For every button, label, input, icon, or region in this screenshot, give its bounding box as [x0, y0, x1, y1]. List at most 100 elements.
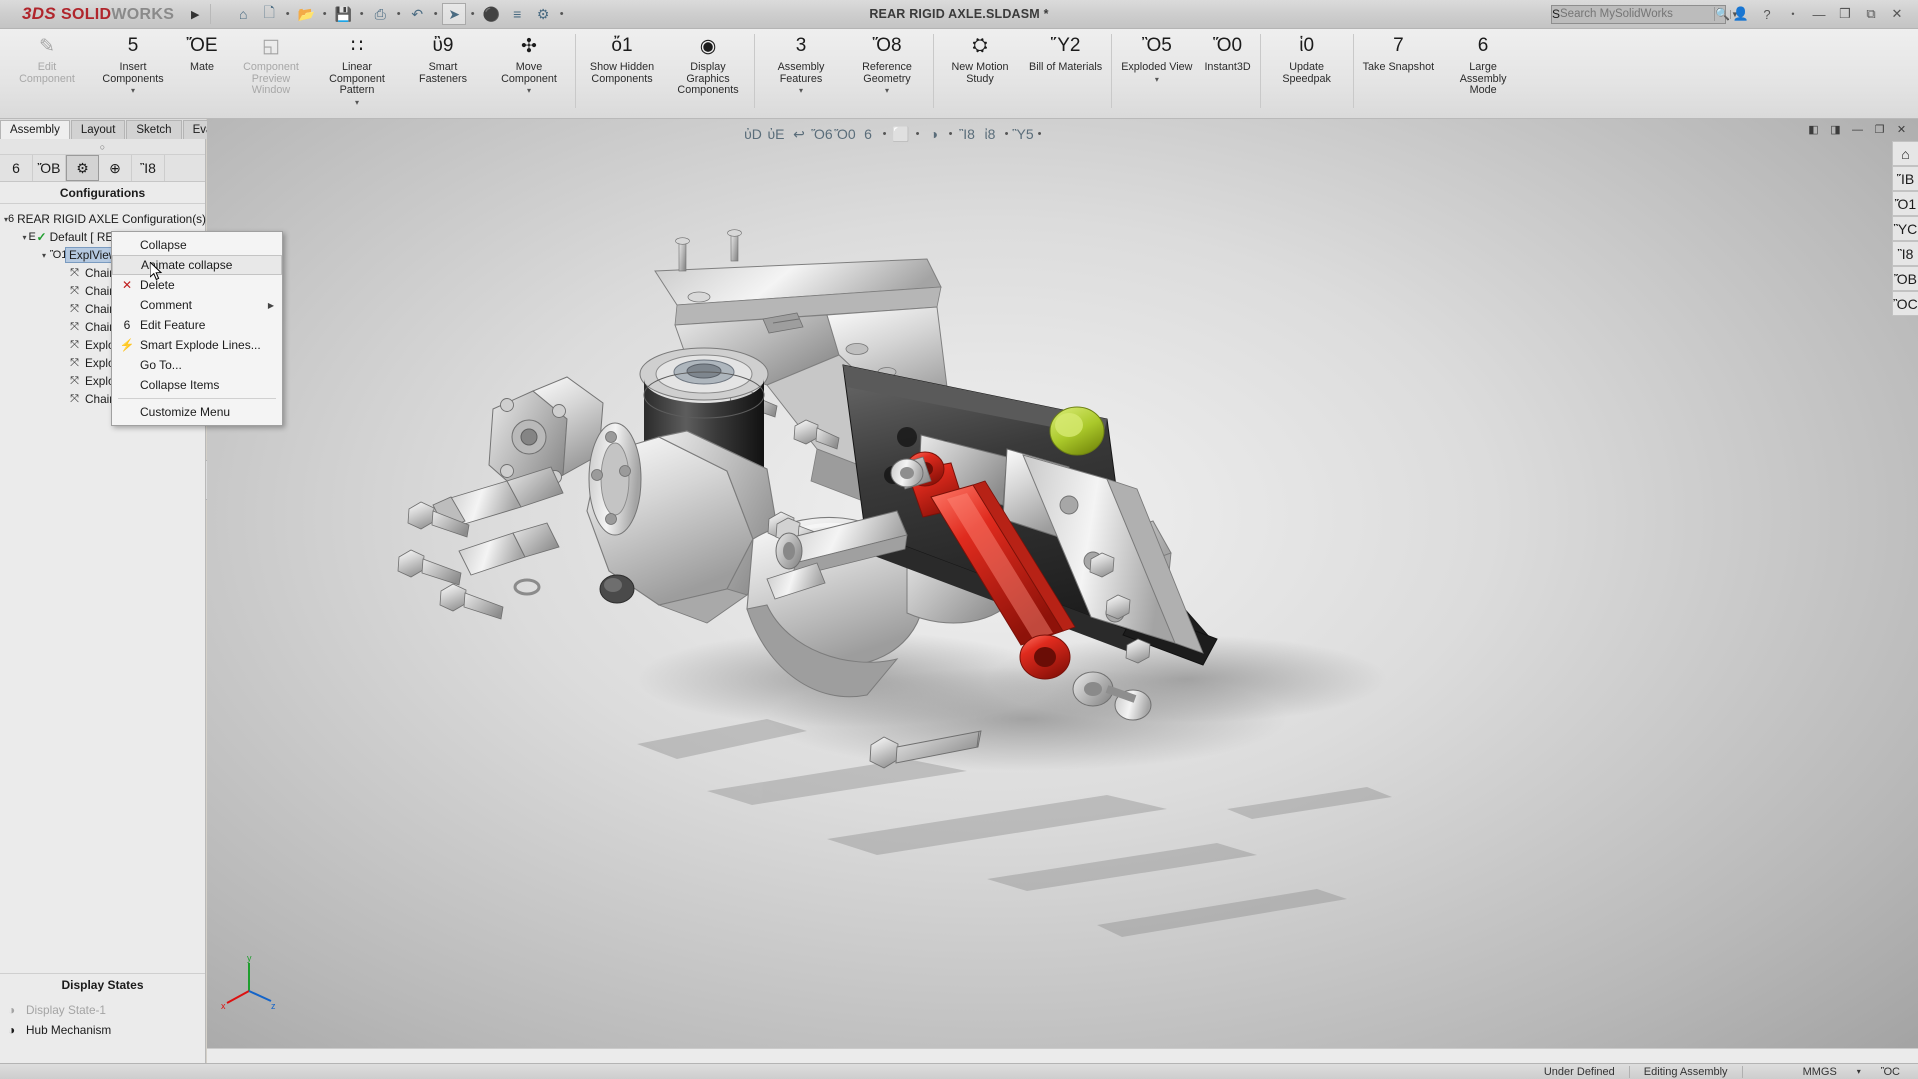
ribbon-button-instant3d[interactable]: Ὅ0Instant3D — [1198, 29, 1256, 117]
maximize-window-button[interactable]: ⧉ — [1860, 3, 1882, 25]
options-gear-icon[interactable]: ⚙ — [531, 3, 555, 25]
ribbon-button-dropdown-icon[interactable]: ▾ — [131, 87, 135, 95]
status-units-dropdown-icon[interactable]: ▾ — [1851, 1064, 1867, 1079]
status-units[interactable]: MMGS — [1743, 1064, 1851, 1079]
home-icon[interactable]: ⌂ — [231, 3, 255, 25]
context-menu-item[interactable]: Collapse — [112, 235, 282, 255]
tree-expand-twisty-icon[interactable]: ▾ — [38, 251, 50, 260]
panel-pin-icon[interactable]: ○ — [100, 142, 105, 152]
minimize-doc-icon[interactable]: — — [1849, 121, 1866, 138]
file-properties-icon[interactable]: ≡ — [505, 3, 529, 25]
display-style-icon[interactable]: ⬜ — [890, 122, 912, 146]
view-setting-scene-icon[interactable]: ἰ8 — [979, 122, 1001, 146]
viewport-dropdown-icon[interactable]: • — [1035, 128, 1044, 140]
previous-view-icon[interactable]: ↩ — [788, 122, 810, 146]
context-menu-item[interactable]: ✕Delete — [112, 275, 282, 295]
hide-show-items-dropdown-icon[interactable]: • — [946, 128, 955, 140]
help-icon[interactable]: ? — [1756, 3, 1778, 25]
viewport-icon[interactable]: Ὓ5 — [1012, 122, 1034, 146]
new-document-icon[interactable]: 🗋 — [257, 3, 281, 25]
undo-icon[interactable]: ↶ — [405, 3, 429, 25]
ribbon-button-bill-of-materials[interactable]: Ὕ2Bill of Materials — [1023, 29, 1108, 117]
dimxpert-manager-tab[interactable]: ⊕ — [99, 155, 132, 181]
select-dropdown-icon[interactable]: • — [468, 9, 477, 19]
context-menu-item[interactable]: Collapse Items — [112, 375, 282, 395]
section-view-icon[interactable]: Ὅ6 — [811, 122, 833, 146]
display-state-item-1[interactable]: ◑ Display State-1 — [8, 1001, 106, 1019]
configuration-manager-tab[interactable]: ⚙ — [66, 155, 99, 181]
view-settings-icon[interactable]: ὎6 — [857, 122, 879, 146]
new-document-dropdown-icon[interactable]: • — [283, 9, 292, 19]
help-dropdown-icon[interactable]: • — [1782, 3, 1804, 25]
apply-scene-icon[interactable]: Ἲ8 — [956, 122, 978, 146]
ribbon-button-dropdown-icon[interactable]: ▾ — [527, 87, 531, 95]
ribbon-button-insert-components[interactable]: ὎5Insert Components▾ — [90, 29, 176, 117]
rebuild-icon[interactable]: ⚫ — [479, 3, 503, 25]
submenu-arrow-icon[interactable]: ▶ — [268, 301, 274, 310]
file-explorer-icon[interactable]: Ὄ1 — [1892, 191, 1918, 216]
select-cursor-icon[interactable]: ➤ — [442, 3, 466, 25]
status-tray-icon[interactable]: ὊC — [1867, 1064, 1918, 1079]
user-account-icon[interactable]: 👤 — [1730, 3, 1752, 25]
save-dropdown-icon[interactable]: • — [357, 9, 366, 19]
ribbon-button-smart-fasteners[interactable]: ὒ9Smart Fasteners — [400, 29, 486, 117]
undo-dropdown-icon[interactable]: • — [431, 9, 440, 19]
menu-expand-caret-icon[interactable]: ▶ — [186, 4, 204, 24]
view-orientation-icon[interactable]: Ὅ0 — [834, 122, 856, 146]
ribbon-button-dropdown-icon[interactable]: ▾ — [799, 87, 803, 95]
tab-layout[interactable]: Layout — [71, 120, 126, 139]
context-menu-item[interactable]: ⚡Smart Explode Lines... — [112, 335, 282, 355]
ribbon-button-linear-component-pattern[interactable]: ∷Linear Component Pattern▾ — [314, 29, 400, 117]
ribbon-button-dropdown-icon[interactable]: ▾ — [1155, 76, 1159, 84]
options-dropdown-icon[interactable]: • — [557, 9, 566, 19]
context-menu-item[interactable]: Comment▶ — [112, 295, 282, 315]
ribbon-button-new-motion-study[interactable]: ⛭New Motion Study — [937, 29, 1023, 117]
feature-manager-tab[interactable]: ὎6 — [0, 155, 33, 181]
property-manager-tab[interactable]: ὌB — [33, 155, 66, 181]
view-palette-icon[interactable]: ὛC — [1892, 216, 1918, 241]
ribbon-button-take-snapshot[interactable]: ὏7Take Snapshot — [1357, 29, 1440, 117]
display-style-dropdown-icon[interactable]: • — [913, 128, 922, 140]
ribbon-button-large-assembly-mode[interactable]: ὎6Large Assembly Mode — [1440, 29, 1526, 117]
context-menu-item[interactable]: ὎6Edit Feature — [112, 315, 282, 335]
tree-item[interactable]: ▾὎6REAR RIGID AXLE Configuration(s) — [0, 210, 205, 228]
graphics-horizontal-scrollbar[interactable] — [207, 1048, 1918, 1063]
search-mysolidworks-box[interactable]: S 🔍 ▼ — [1551, 5, 1726, 24]
ribbon-button-show-hidden-components[interactable]: ὄ1Show Hidden Components — [579, 29, 665, 117]
restore-doc-icon[interactable]: ❐ — [1871, 121, 1888, 138]
tab-sketch[interactable]: Sketch — [126, 120, 181, 139]
context-menu-item[interactable]: Animate collapse — [112, 255, 282, 275]
ribbon-button-update-speedpak[interactable]: ἱ0Update Speedpak — [1264, 29, 1350, 117]
restore-window-button[interactable]: ❒ — [1834, 3, 1856, 25]
close-doc-icon[interactable]: ✕ — [1893, 121, 1910, 138]
zoom-to-fit-icon[interactable]: ὐD — [742, 122, 764, 146]
hide-show-items-icon[interactable]: ◑ — [923, 122, 945, 146]
ribbon-button-move-component[interactable]: ✣Move Component▾ — [486, 29, 572, 117]
appearances-icon[interactable]: Ἲ8 — [1892, 241, 1918, 266]
print-icon[interactable]: ⎙ — [368, 3, 392, 25]
print-dropdown-icon[interactable]: • — [394, 9, 403, 19]
ribbon-button-dropdown-icon[interactable]: ▾ — [885, 87, 889, 95]
ribbon-button-display-graphics-components[interactable]: ◉Display Graphics Components — [665, 29, 751, 117]
restore-right-icon[interactable]: ◨ — [1827, 121, 1844, 138]
ribbon-button-mate[interactable]: ὌEMate — [176, 29, 228, 117]
ribbon-button-exploded-view[interactable]: Ὂ5Exploded View▾ — [1115, 29, 1198, 117]
open-dropdown-icon[interactable]: • — [320, 9, 329, 19]
design-library-icon[interactable]: ἽB — [1892, 166, 1918, 191]
custom-properties-icon[interactable]: ὌB — [1892, 266, 1918, 291]
solidworks-forum-icon[interactable]: ὊC — [1892, 291, 1918, 316]
ribbon-button-reference-geometry[interactable]: Ὅ8Reference Geometry▾ — [844, 29, 930, 117]
exploded-assembly-model[interactable] — [207, 119, 1918, 1063]
minimize-window-button[interactable]: — — [1808, 3, 1830, 25]
save-icon[interactable]: 💾 — [331, 3, 355, 25]
view-settings-dropdown-icon[interactable]: • — [880, 128, 889, 140]
open-folder-icon[interactable]: 📂 — [294, 3, 318, 25]
display-state-item-2[interactable]: ◑ Hub Mechanism — [8, 1021, 111, 1039]
context-menu-item[interactable]: Customize Menu — [112, 402, 282, 422]
ribbon-button-assembly-features[interactable]: ὜3Assembly Features▾ — [758, 29, 844, 117]
graphics-viewport[interactable]: ὐDὐE↩Ὅ6Ὅ0὎6•⬜•◑•Ἲ8ἰ8•Ὓ5• ◧◨—❐✕ ⌂ἽBὌ1ὛCἺ8… — [207, 119, 1918, 1063]
display-manager-tab[interactable]: Ἲ8 — [132, 155, 165, 181]
ribbon-button-dropdown-icon[interactable]: ▾ — [355, 99, 359, 107]
search-input[interactable] — [1560, 8, 1714, 20]
close-window-button[interactable]: ✕ — [1886, 3, 1908, 25]
